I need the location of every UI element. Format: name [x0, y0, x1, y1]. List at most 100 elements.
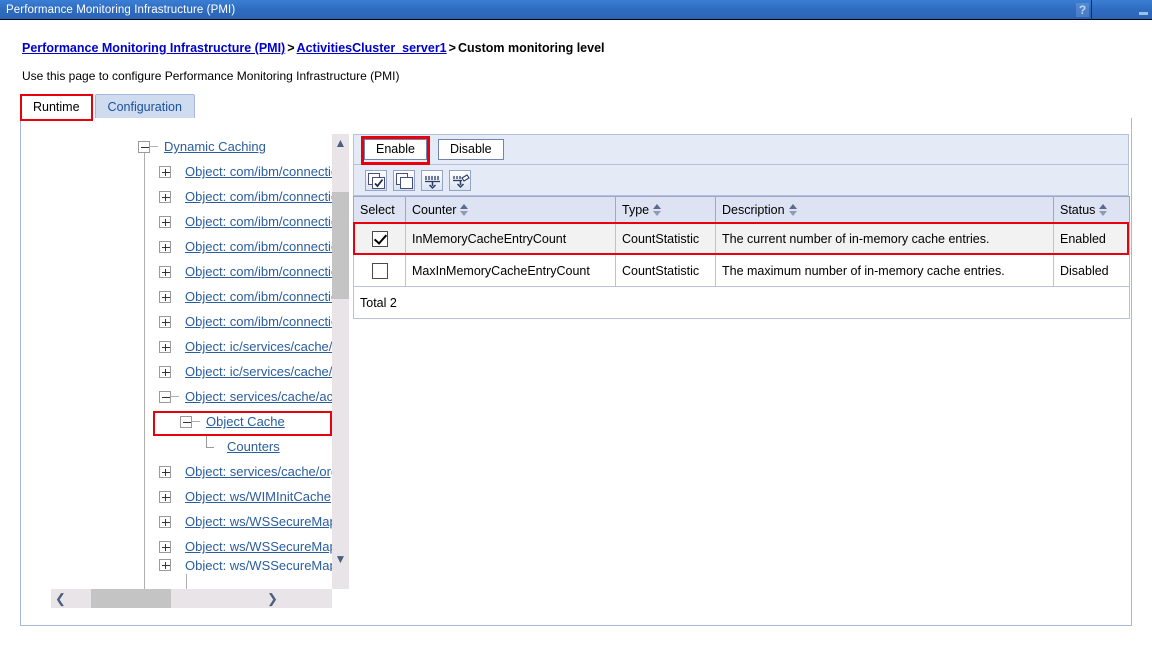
- table-row[interactable]: MaxInMemoryCacheEntryCount CountStatisti…: [354, 255, 1130, 287]
- enable-button[interactable]: Enable: [364, 139, 427, 160]
- clear-filter-icon[interactable]: [449, 170, 471, 191]
- tree-node-object-1[interactable]: Object: com/ibm/connections: [51, 159, 332, 184]
- expand-plus-icon[interactable]: [159, 559, 171, 571]
- tree-hscroll-thumb[interactable]: [91, 589, 171, 608]
- tree-node-object-7[interactable]: Object: com/ibm/connections: [51, 309, 332, 334]
- tab-bar: Runtime Configuration: [20, 93, 195, 119]
- tab-configuration[interactable]: Configuration: [95, 94, 195, 119]
- tree-node-label[interactable]: Object: com/ibm/connections: [185, 189, 332, 204]
- disable-button[interactable]: Disable: [438, 139, 504, 160]
- tab-runtime[interactable]: Runtime: [20, 94, 93, 119]
- cell-counter: InMemoryCacheEntryCount: [406, 223, 616, 255]
- counter-tree-panel: Dynamic Caching Object: com/ibm/connecti…: [51, 134, 349, 608]
- expand-plus-icon[interactable]: [159, 516, 171, 528]
- tree-node-label[interactable]: Object: com/ibm/connections: [185, 239, 332, 254]
- tree-node-label[interactable]: Object: ws/WSSecureMap: [185, 514, 332, 529]
- cell-description: The current number of in-memory cache en…: [716, 223, 1054, 255]
- tree-node-label[interactable]: Object: com/ibm/connections: [185, 164, 332, 179]
- tree-node-object-3[interactable]: Object: com/ibm/connections: [51, 209, 332, 234]
- table-row[interactable]: InMemoryCacheEntryCount CountStatistic T…: [354, 223, 1130, 255]
- cell-type: CountStatistic: [616, 255, 716, 287]
- table-total-row: Total 2: [354, 287, 1130, 319]
- tree-vertical-scrollbar[interactable]: ▲ ▼: [332, 134, 349, 589]
- tree-node-counters[interactable]: Counters: [51, 434, 332, 459]
- tree-node-label[interactable]: Object: com/ibm/connections: [185, 264, 332, 279]
- tree-node-label[interactable]: Object: com/ibm/connections: [185, 214, 332, 229]
- expand-plus-icon[interactable]: [159, 241, 171, 253]
- tree-node-dynamic-caching[interactable]: Dynamic Caching: [51, 134, 332, 159]
- expand-plus-icon[interactable]: [159, 316, 171, 328]
- tree-node-object-2[interactable]: Object: com/ibm/connections: [51, 184, 332, 209]
- expand-plus-icon[interactable]: [159, 466, 171, 478]
- scroll-up-arrow-icon[interactable]: ▲: [332, 134, 349, 151]
- column-header-counter[interactable]: Counter: [406, 197, 616, 223]
- row-checkbox[interactable]: [372, 263, 388, 279]
- breadcrumb-sep-1: >: [285, 41, 296, 55]
- tree-horizontal-scrollbar[interactable]: ❮ ❯: [51, 589, 332, 608]
- sort-toggle-icon[interactable]: [789, 204, 798, 216]
- collapse-minus-icon[interactable]: [159, 391, 171, 403]
- expand-plus-icon[interactable]: [159, 216, 171, 228]
- expand-plus-icon[interactable]: [159, 266, 171, 278]
- expand-plus-icon[interactable]: [159, 541, 171, 553]
- row-select-cell[interactable]: [354, 223, 406, 255]
- expand-plus-icon[interactable]: [159, 291, 171, 303]
- help-question-icon[interactable]: ?: [1076, 3, 1089, 17]
- tree-node-object-cache[interactable]: Object Cache: [51, 409, 332, 434]
- tree-node-oauth-1[interactable]: Object: ic/services/cache/OA: [51, 334, 332, 359]
- tree-node-label[interactable]: Object: services/cache/activit: [185, 389, 332, 404]
- tree-node-label[interactable]: Object Cache: [206, 414, 285, 429]
- select-all-icon[interactable]: [365, 170, 387, 191]
- enable-button-label: Enable: [376, 142, 415, 156]
- expand-plus-icon[interactable]: [159, 366, 171, 378]
- tree-branch-line: [186, 574, 187, 589]
- collapse-minus-icon[interactable]: [180, 416, 192, 428]
- tree-vscroll-thumb[interactable]: [332, 192, 349, 299]
- tree-node-label[interactable]: Object: com/ibm/connections: [185, 314, 332, 329]
- expand-plus-icon[interactable]: [159, 491, 171, 503]
- row-checkbox[interactable]: [372, 231, 388, 247]
- tree-node-object-5[interactable]: Object: com/ibm/connections: [51, 259, 332, 284]
- row-select-cell[interactable]: [354, 255, 406, 287]
- sort-toggle-icon[interactable]: [1099, 204, 1108, 216]
- tree-node-label[interactable]: Object: com/ibm/connections: [185, 289, 332, 304]
- column-header-status[interactable]: Status: [1054, 197, 1130, 223]
- tree-node-label[interactable]: Object: ic/services/cache/OA: [185, 364, 332, 379]
- scroll-left-arrow-icon[interactable]: ❮: [51, 589, 70, 608]
- tree-node-object-4[interactable]: Object: com/ibm/connections: [51, 234, 332, 259]
- tree-node-wim-init-cache[interactable]: Object: ws/WIMInitCache: [51, 484, 332, 509]
- expand-plus-icon[interactable]: [159, 166, 171, 178]
- sort-toggle-icon[interactable]: [460, 204, 469, 216]
- sort-toggle-icon[interactable]: [653, 204, 662, 216]
- tree-node-label[interactable]: Object: services/cache/organ: [185, 464, 332, 479]
- tree-node-services-cache-activities[interactable]: Object: services/cache/activit: [51, 384, 332, 409]
- tree-node-object-6[interactable]: Object: com/ibm/connections: [51, 284, 332, 309]
- collapse-minus-icon[interactable]: [138, 141, 150, 153]
- column-label-counter: Counter: [412, 203, 456, 217]
- column-header-type[interactable]: Type: [616, 197, 716, 223]
- tree-node-label[interactable]: Counters: [227, 439, 280, 454]
- breadcrumb-link-server[interactable]: ActivitiesCluster_server1: [297, 41, 447, 55]
- scroll-right-arrow-icon[interactable]: ❯: [263, 589, 282, 608]
- tree-viewport[interactable]: Dynamic Caching Object: com/ibm/connecti…: [51, 134, 332, 589]
- tree-stub: [150, 146, 158, 147]
- tree-node-label[interactable]: Object: ws/WSSecureMapNo: [185, 539, 332, 554]
- breadcrumb-link-pmi[interactable]: Performance Monitoring Infrastructure (P…: [22, 41, 285, 55]
- tree-node-wssecuremapnode[interactable]: Object: ws/WSSecureMapNode: [51, 559, 332, 571]
- tree-node-services-cache-organ[interactable]: Object: services/cache/organ: [51, 459, 332, 484]
- expand-plus-icon[interactable]: [159, 341, 171, 353]
- tree-node-label[interactable]: Object: ws/WIMInitCache: [185, 489, 331, 504]
- expand-plus-icon[interactable]: [159, 191, 171, 203]
- tree-node-wssecuremapno[interactable]: Object: ws/WSSecureMapNo: [51, 534, 332, 559]
- tree-node-label[interactable]: Object: ic/services/cache/OA: [185, 339, 332, 354]
- tree-node-label[interactable]: Dynamic Caching: [164, 139, 266, 154]
- column-label-type: Type: [622, 203, 649, 217]
- column-header-description[interactable]: Description: [716, 197, 1054, 223]
- scroll-down-arrow-icon[interactable]: ▼: [332, 550, 349, 567]
- tree-node-wssecuremap[interactable]: Object: ws/WSSecureMap: [51, 509, 332, 534]
- tree-node-oauth-2[interactable]: Object: ic/services/cache/OA: [51, 359, 332, 384]
- tree-node-label[interactable]: Object: ws/WSSecureMapNode: [185, 559, 332, 571]
- show-filter-row-icon[interactable]: [421, 170, 443, 191]
- minimize-icon[interactable]: [1092, 0, 1152, 20]
- deselect-all-icon[interactable]: [393, 170, 415, 191]
